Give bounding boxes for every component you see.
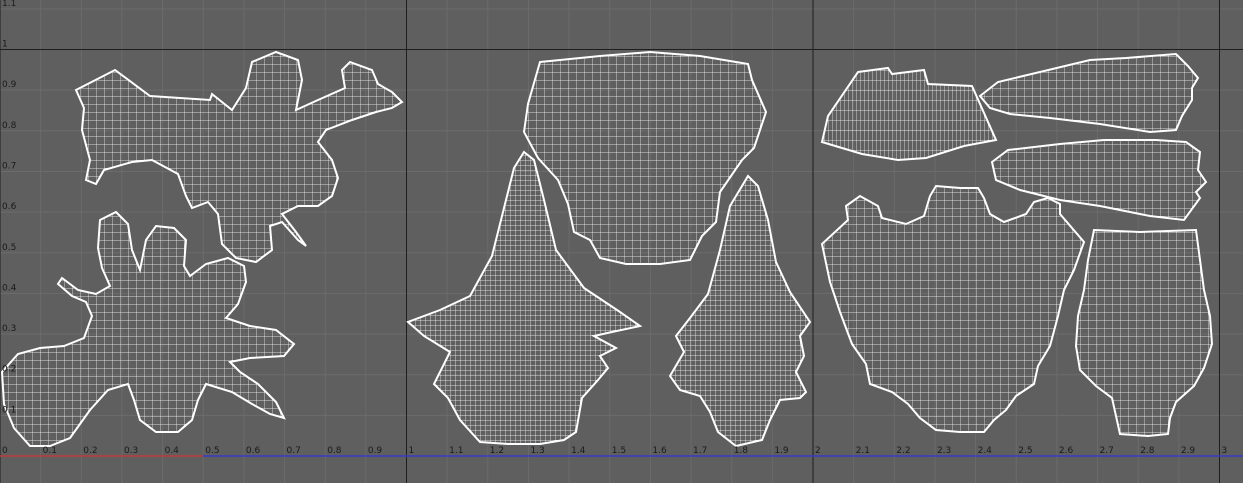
- u-tick-label: 1.3: [530, 446, 544, 456]
- u-tick-label: 0.2: [83, 446, 97, 456]
- v-tick-label: 1.1: [2, 0, 16, 9]
- v-tick-label: 0.2: [2, 365, 16, 375]
- u-tick-label: 2.7: [1100, 446, 1114, 456]
- hips-shell[interactable]: [1074, 228, 1214, 438]
- v-tick-label: 0.3: [2, 324, 16, 334]
- u-tick-label: 1.8: [734, 446, 749, 456]
- u-tick-label: 1.9: [774, 446, 789, 456]
- v-tick-label: 1: [2, 40, 8, 50]
- u-tick-label: 2.6: [1059, 446, 1074, 456]
- u-tick-label: 2.3: [937, 446, 951, 456]
- u-tick-label: 1.5: [612, 446, 626, 456]
- u-tick-label: 0.7: [287, 446, 301, 456]
- u-tick-label: 0.6: [246, 446, 261, 456]
- uv-shells[interactable]: [0, 50, 1214, 448]
- u-tick-label: 2: [815, 446, 821, 456]
- u-tick-label: 2.9: [1181, 446, 1196, 456]
- u-tick-label: 1.2: [490, 446, 504, 456]
- v-tick-label: 0.8: [2, 121, 17, 131]
- u-tick-label: 2.8: [1140, 446, 1155, 456]
- u-tick-label: 0.3: [124, 446, 138, 456]
- u-tick-label: 2.1: [856, 446, 870, 456]
- arm-lower-shell[interactable]: [990, 139, 1208, 222]
- face-shell[interactable]: [820, 66, 998, 162]
- u-tick-labels: 0 0.1 0.2 0.3 0.4 0.5 0.6 0.7 0.8 0.9 1 1.1 1.2 1.3 1.…: [2, 446, 1227, 456]
- u-tick-label: 0: [2, 446, 8, 456]
- u-tick-label: 1.1: [449, 446, 463, 456]
- u-tick-label: 3: [1222, 446, 1228, 456]
- arm-upper-shell[interactable]: [978, 52, 1200, 134]
- v-tick-label: 0.9: [2, 80, 17, 90]
- v-tick-labels: 0.1 0.2 0.3 0.4 0.5 0.6 0.7 0.8 0.9 1 1.1: [2, 0, 17, 415]
- torso-shell[interactable]: [820, 184, 1086, 433]
- u-tick-label: 1: [409, 446, 415, 456]
- v-tick-label: 0.1: [2, 405, 16, 415]
- u-tick-label: 0.1: [43, 446, 57, 456]
- u-tick-label: 2.2: [896, 446, 910, 456]
- u-tick-label: 1.7: [693, 446, 707, 456]
- v-tick-label: 0.7: [2, 161, 16, 171]
- v-tick-label: 0.5: [2, 243, 16, 253]
- uv-canvas[interactable]: 0 0.1 0.2 0.3 0.4 0.5 0.6 0.7 0.8 0.9 1 1.1 1.2 1.3 1.…: [0, 0, 1243, 483]
- u-tick-label: 1.6: [652, 446, 667, 456]
- u-tick-label: 2.5: [1018, 446, 1032, 456]
- u-tick-label: 2.4: [978, 446, 993, 456]
- v-tick-label: 0.6: [2, 202, 17, 212]
- u-tick-label: 0.4: [165, 446, 180, 456]
- u-tick-label: 0.5: [205, 446, 219, 456]
- uv-editor-viewport[interactable]: 0 0.1 0.2 0.3 0.4 0.5 0.6 0.7 0.8 0.9 1 1.1 1.2 1.3 1.…: [0, 0, 1243, 483]
- u-tick-label: 1.4: [571, 446, 586, 456]
- v-tick-label: 0.4: [2, 283, 17, 293]
- u-tick-label: 0.9: [368, 446, 383, 456]
- u-tick-label: 0.8: [327, 446, 342, 456]
